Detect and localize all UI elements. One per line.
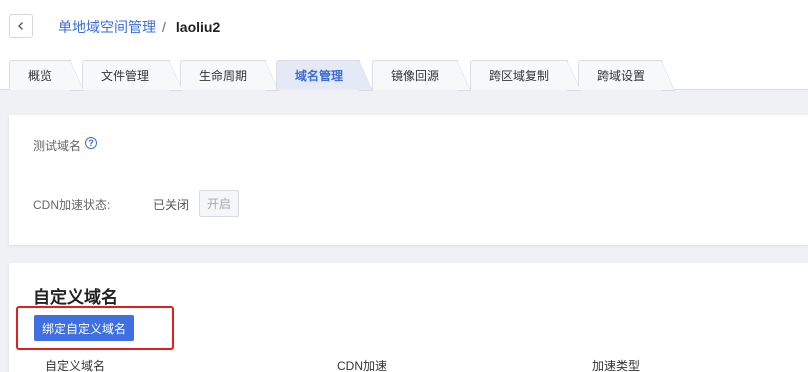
chevron-left-icon bbox=[18, 22, 23, 30]
cdn-status-label: CDN加速状态: bbox=[33, 198, 111, 212]
tab-domain-management[interactable]: 域名管理 bbox=[276, 60, 373, 91]
domain-info-card bbox=[9, 115, 808, 245]
question-circle-icon[interactable]: ? bbox=[85, 137, 97, 149]
column-header-custom-domain: 自定义域名 bbox=[45, 359, 106, 372]
column-header-acceleration-type: 加速类型 bbox=[592, 359, 641, 372]
tab-lifecycle[interactable]: 生命周期 bbox=[180, 60, 279, 91]
tab-file-management[interactable]: 文件管理 bbox=[82, 60, 183, 91]
tab-cors-settings[interactable]: 跨域设置 bbox=[578, 60, 675, 91]
breadcrumb-parent-link[interactable]: 单地域空间管理 bbox=[58, 17, 156, 37]
back-button[interactable] bbox=[9, 14, 33, 38]
breadcrumb-separator: / bbox=[162, 19, 166, 35]
test-domain-label: 测试域名 bbox=[33, 139, 82, 153]
tab-mirror-origin[interactable]: 镜像回源 bbox=[372, 60, 471, 91]
page-header: 单地域空间管理 / laoliu2 概览 文件管理 生命周期 域名管理 镜像回源… bbox=[0, 0, 808, 91]
custom-domain-title: 自定义域名 bbox=[33, 288, 118, 307]
bind-custom-domain-button[interactable]: 绑定自定义域名 bbox=[34, 315, 134, 341]
breadcrumb: 单地域空间管理 / laoliu2 bbox=[58, 17, 220, 37]
tab-cross-region-replication[interactable]: 跨区域复制 bbox=[470, 60, 581, 91]
column-header-cdn: CDN加速 bbox=[337, 359, 387, 372]
breadcrumb-current: laoliu2 bbox=[175, 19, 221, 35]
tab-bar: 概览 文件管理 生命周期 域名管理 镜像回源 跨区域复制 跨域设置 bbox=[0, 57, 808, 91]
tab-overview[interactable]: 概览 bbox=[9, 60, 84, 91]
cdn-status-value: 已关闭 bbox=[153, 198, 190, 212]
enable-cdn-button[interactable]: 开启 bbox=[199, 190, 239, 217]
